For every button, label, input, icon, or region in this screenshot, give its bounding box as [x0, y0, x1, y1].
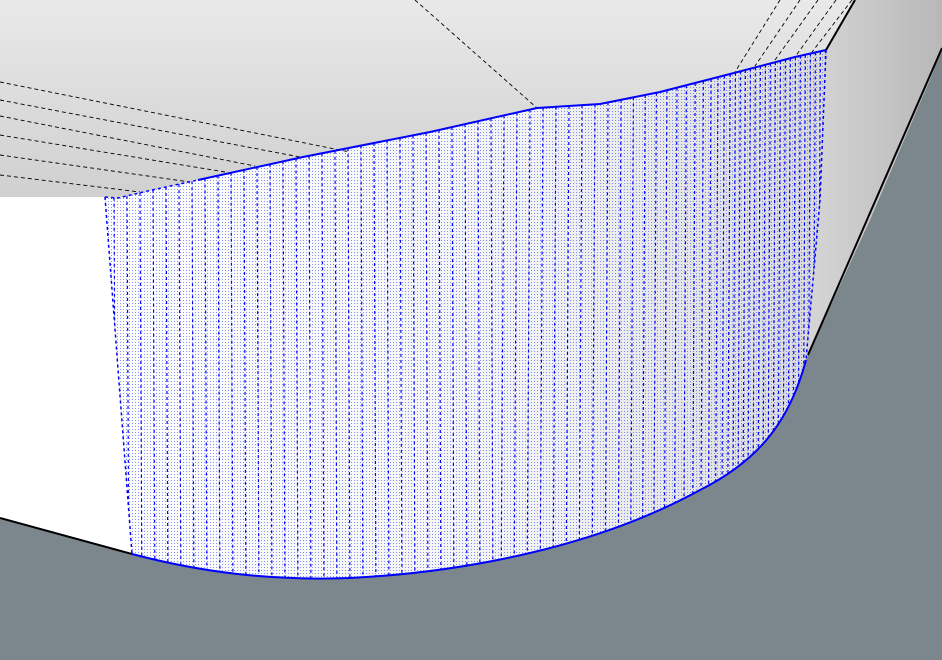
3d-viewport[interactable] [0, 0, 942, 660]
model-scene[interactable] [0, 0, 942, 660]
